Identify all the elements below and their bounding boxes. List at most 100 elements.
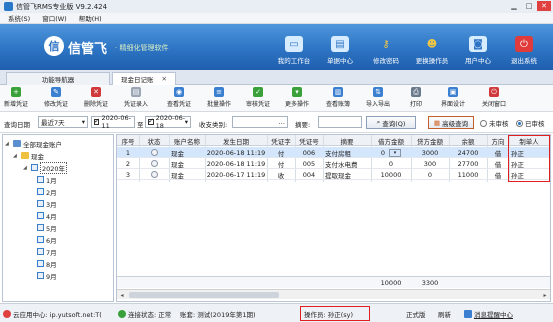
- column-header[interactable]: 账户名称: [169, 135, 205, 146]
- tree-node-month[interactable]: 1月: [37, 174, 57, 185]
- cell-voucher-no: 004: [302, 170, 316, 179]
- tab-function-navigator[interactable]: 功能导航器: [6, 72, 110, 85]
- tab-cash-journal[interactable]: 现金日记账 ✕: [112, 72, 176, 85]
- message-center-button[interactable]: 消息提醒中心: [464, 308, 513, 320]
- chevron-down-icon: ▾: [81, 118, 85, 126]
- summary-input[interactable]: [318, 116, 362, 128]
- menu-help[interactable]: 帮助(H): [79, 13, 102, 23]
- column-header[interactable]: 贷方金额: [411, 135, 449, 146]
- query-button[interactable]: ⌕ 查询(Q): [366, 116, 416, 129]
- total-credit: 3300: [421, 278, 439, 287]
- entry-voucher-button[interactable]: ▤ 凭证录入: [124, 87, 148, 108]
- edit-voucher-button[interactable]: ✎ 修改凭证: [44, 87, 68, 108]
- type-field[interactable]: …: [232, 116, 288, 128]
- audit-voucher-button[interactable]: ✓ 审核凭证: [246, 87, 270, 108]
- column-header[interactable]: 序号: [117, 135, 139, 146]
- cloud-center-status[interactable]: 云应用中心: ip.yutsoft.net:T(: [3, 308, 102, 320]
- scroll-right-icon[interactable]: ▸: [540, 290, 550, 300]
- tree-node-month[interactable]: 9月: [37, 270, 57, 281]
- to-label: 至: [137, 121, 144, 129]
- end-date-checkbox[interactable]: [148, 117, 154, 125]
- print-button[interactable]: ⎙ 打印: [410, 87, 422, 108]
- tree-node-year[interactable]: ◢ 2020年: [23, 161, 68, 174]
- column-header[interactable]: 摘要: [323, 135, 371, 146]
- dropdown-icon[interactable]: ▾: [389, 148, 402, 157]
- close-window-button[interactable]: ⏻ 关闭窗口: [482, 87, 506, 108]
- node-label: 2月: [46, 188, 57, 197]
- column-header[interactable]: 状态: [139, 135, 169, 146]
- menu-system[interactable]: 系统(S): [8, 13, 30, 23]
- close-icon[interactable]: ✕: [537, 1, 551, 11]
- scroll-left-icon[interactable]: ◂: [117, 290, 127, 300]
- calendar-icon: [37, 224, 44, 231]
- nav-document-center[interactable]: ▤ 单据中心: [320, 24, 360, 70]
- connection-icon: [118, 310, 126, 318]
- collapse-icon[interactable]: ◢: [5, 141, 11, 147]
- nav-exit-system[interactable]: ⏻ 退出系统: [504, 24, 544, 70]
- delete-voucher-button[interactable]: ✕ 删除凭证: [84, 87, 108, 108]
- tree-node-month[interactable]: 8月: [37, 258, 57, 269]
- horizontal-scrollbar[interactable]: ◂ ▸: [117, 289, 550, 299]
- minimize-icon[interactable]: ▁: [507, 1, 521, 11]
- interface-design-button[interactable]: ▣ 界面设计: [441, 87, 465, 108]
- button-label: 界面设计: [441, 101, 466, 108]
- radio-dot: [516, 119, 523, 127]
- column-header[interactable]: 余额: [449, 135, 487, 146]
- nav-change-password[interactable]: ⚷ 修改密码: [366, 24, 406, 70]
- tree-node-root[interactable]: ◢ 全部现金账户: [5, 138, 62, 149]
- cell-date: 2020-06-17 11:19: [206, 170, 266, 179]
- batch-operation-button[interactable]: ≡ 批量操作: [207, 87, 231, 108]
- tree-node-month[interactable]: 6月: [37, 234, 57, 245]
- tree-node-month[interactable]: 5月: [37, 222, 57, 233]
- start-date-field[interactable]: 2020-06-11: [91, 114, 135, 130]
- add-voucher-button[interactable]: + 新增凭证: [4, 87, 28, 108]
- tree-node-account[interactable]: ◢ 现金: [13, 150, 44, 161]
- table-row[interactable]: 2 现金 2020-06-18 11:19 付 005 支付水电费 0 300 …: [117, 158, 550, 169]
- table-row[interactable]: 1 现金 2020-06-18 11:19 付 006 支付房租 0 ▾ 3000…: [117, 147, 550, 158]
- start-date-checkbox[interactable]: [94, 117, 100, 125]
- audited-radio[interactable]: 已审核: [516, 118, 545, 128]
- tree-node-month[interactable]: 7月: [37, 246, 57, 257]
- status-bar: 云应用中心: ip.yutsoft.net:T( 连接状态: 正常 账套: 测试…: [0, 303, 553, 322]
- refresh-button[interactable]: 刷新: [438, 308, 451, 320]
- table-row[interactable]: 3 现金 2020-06-17 11:19 收 004 提取现金 10000 0…: [117, 169, 550, 180]
- nav-switch-operator[interactable]: ☻ 更换操作员: [410, 24, 454, 70]
- view-icon: ◉: [174, 87, 184, 97]
- view-ledger-button[interactable]: ▥ 查看账簿: [326, 87, 350, 108]
- cell-direction: 借: [494, 160, 502, 169]
- tree-node-month[interactable]: 3月: [37, 198, 57, 209]
- node-label: 全部现金账户: [23, 140, 62, 149]
- advanced-query-button[interactable]: ▦ 高级查询: [428, 116, 474, 129]
- cell-debit: 10000: [380, 170, 402, 179]
- scroll-thumb[interactable]: [129, 292, 279, 298]
- unaudited-radio[interactable]: 未审核: [480, 118, 509, 128]
- cell-date: 2020-06-18 11:19: [206, 148, 266, 157]
- calendar-icon: [37, 212, 44, 219]
- cell-voucher-type: 收: [277, 171, 285, 180]
- collapse-icon[interactable]: ◢: [23, 165, 29, 171]
- tree-node-month[interactable]: 4月: [37, 210, 57, 221]
- cell-index: 1: [125, 148, 131, 157]
- tree-node-month[interactable]: 2月: [37, 186, 57, 197]
- maximize-icon[interactable]: □: [522, 1, 536, 11]
- collapse-icon[interactable]: ◢: [13, 153, 19, 159]
- column-header[interactable]: 凭证号: [295, 135, 323, 146]
- nav-user-center[interactable]: ◙ 用户中心: [458, 24, 498, 70]
- tab-close-icon[interactable]: ✕: [162, 75, 167, 83]
- import-export-button[interactable]: ⇅ 导入导出: [366, 87, 390, 108]
- nav-workbench[interactable]: ▭ 我的工作台: [274, 24, 314, 70]
- end-date-field[interactable]: 2020-06-18 ▾: [145, 114, 191, 130]
- view-voucher-button[interactable]: ◉ 查看凭证: [167, 87, 191, 108]
- menu-window[interactable]: 窗口(W): [42, 13, 67, 23]
- connection-status: 连接状态: 正常: [118, 308, 171, 320]
- status-text: 消息提醒中心: [474, 311, 513, 319]
- column-header[interactable]: 借方金额: [371, 135, 411, 146]
- more-operations-button[interactable]: ▾ 更多操作: [285, 87, 309, 108]
- period-select[interactable]: 最近7天 ▾: [38, 116, 88, 128]
- status-text: 连接状态: 正常: [128, 311, 172, 319]
- column-header[interactable]: 凭证字: [267, 135, 295, 146]
- ledger-icon: ▥: [333, 87, 343, 97]
- column-header[interactable]: 发生日期: [205, 135, 267, 146]
- ellipsis-icon[interactable]: …: [279, 118, 286, 126]
- column-header[interactable]: 方向: [487, 135, 509, 146]
